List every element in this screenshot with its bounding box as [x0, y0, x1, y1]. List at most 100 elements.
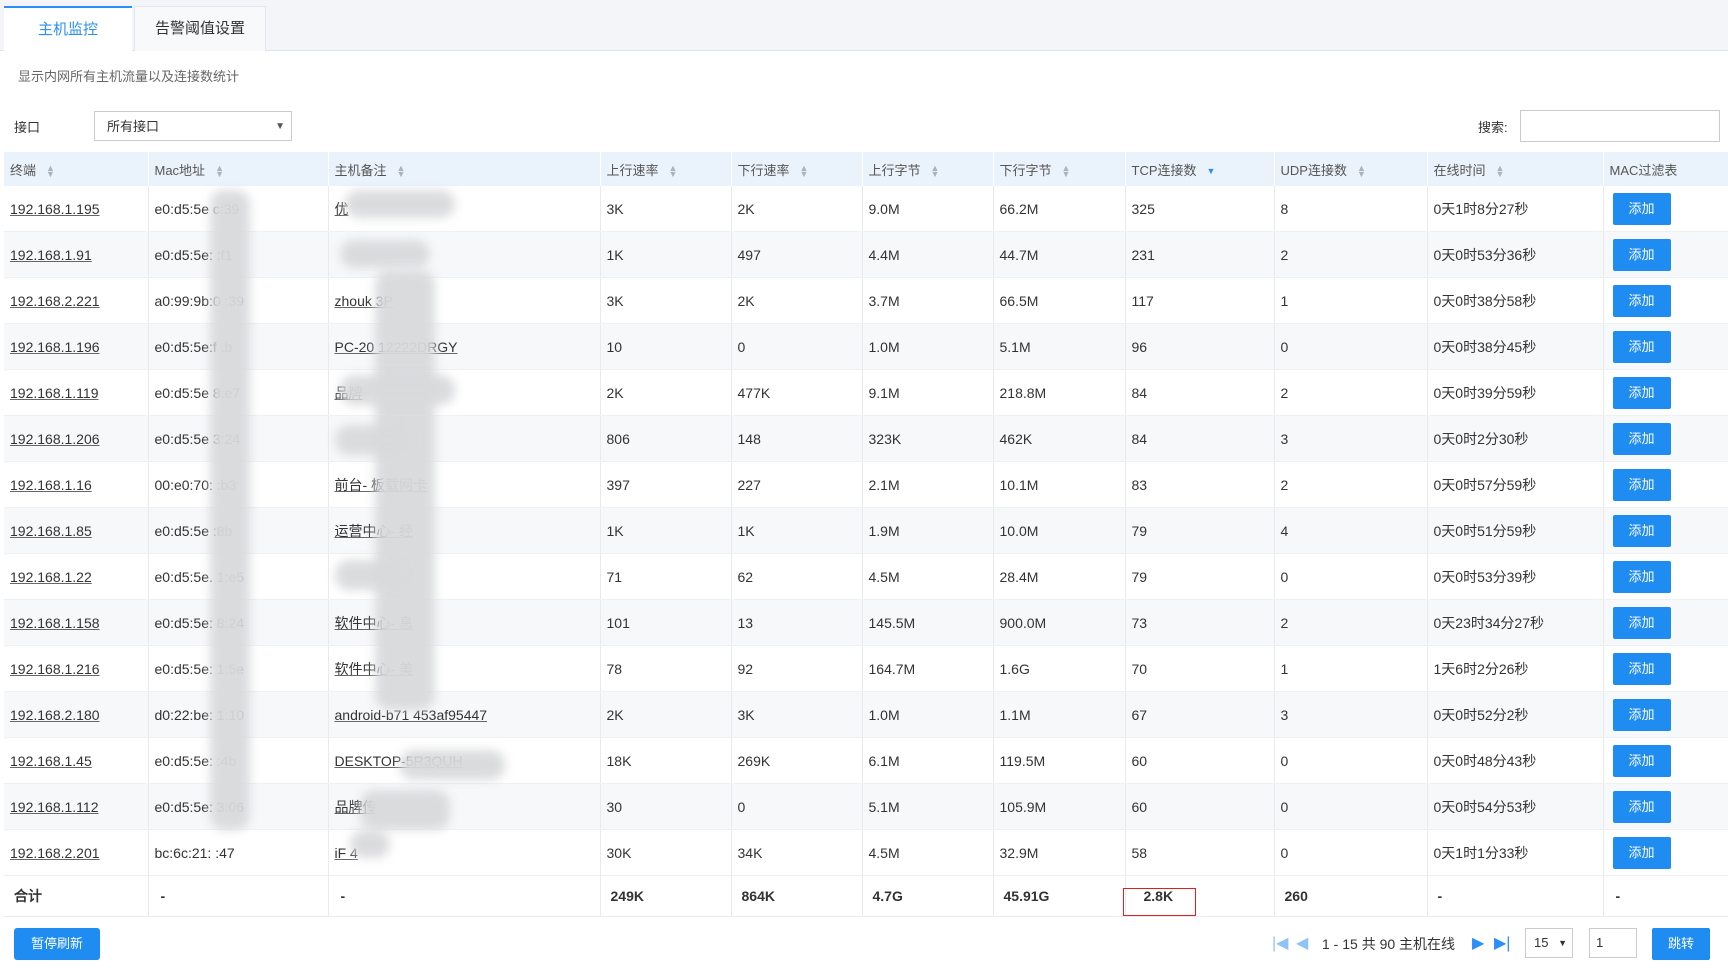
- host-ip-link[interactable]: 192.168.1.195: [10, 201, 100, 217]
- add-mac-filter-button[interactable]: 添加: [1612, 238, 1671, 271]
- sort-icon: ▲ ▼: [1356, 163, 1366, 180]
- tcp-count: 83: [1131, 476, 1148, 493]
- col-header-udp[interactable]: UDP连接数 ▲ ▼: [1274, 152, 1428, 186]
- col-header-terminal[interactable]: 终端 ▲ ▼: [4, 152, 149, 186]
- add-mac-filter-button[interactable]: 添加: [1612, 744, 1671, 777]
- up-rate-cell: 101: [600, 599, 732, 646]
- host-ip-link[interactable]: 192.168.2.180: [10, 707, 100, 723]
- add-mac-filter-button[interactable]: 添加: [1612, 422, 1671, 455]
- sort-icon: ▲ ▼: [1495, 163, 1505, 180]
- add-mac-filter-button[interactable]: 添加: [1612, 284, 1671, 317]
- col-header-up-bytes[interactable]: 上行字节 ▲ ▼: [862, 152, 994, 186]
- col-header-online-time[interactable]: 在线时间 ▲ ▼: [1427, 152, 1604, 186]
- col-header-up-rate[interactable]: 上行速率 ▲ ▼: [600, 152, 732, 186]
- add-mac-filter-button[interactable]: 添加: [1612, 652, 1671, 685]
- udp-count: 2: [1280, 614, 1289, 631]
- tab-host-monitor[interactable]: 主机监控: [4, 6, 132, 51]
- up-rate-cell: 2K: [600, 369, 732, 416]
- next-page-icon[interactable]: ▶: [1472, 928, 1484, 960]
- host-ip-link[interactable]: 192.168.1.16: [10, 477, 92, 493]
- add-mac-filter-button[interactable]: 添加: [1612, 560, 1671, 593]
- udp-count-cell: 2: [1274, 599, 1428, 646]
- host-ip-link[interactable]: 192.168.1.216: [10, 661, 100, 677]
- host-note-cell: 运营中心- 经: [328, 507, 601, 554]
- tcp-count-cell: 67: [1125, 691, 1275, 738]
- col-header-note[interactable]: 主机备注 ▲ ▼: [328, 152, 601, 186]
- interface-select[interactable]: 所有接口 ▼: [94, 111, 292, 141]
- online-time: 0天0时51分59秒: [1433, 522, 1537, 539]
- table-row: 192.168.1.206 e0:d5:5e 3:24 806 148 323K 462K…: [4, 415, 1728, 462]
- tcp-count-cell: 58: [1125, 829, 1275, 876]
- prev-page-icon[interactable]: ◀: [1296, 928, 1308, 960]
- tcp-count: 79: [1131, 522, 1148, 539]
- col-header-down-bytes[interactable]: 下行字节 ▲ ▼: [993, 152, 1126, 186]
- jump-button[interactable]: 跳转: [1652, 928, 1710, 960]
- first-page-icon[interactable]: |◀: [1272, 928, 1288, 960]
- host-ip-link[interactable]: 192.168.1.45: [10, 753, 92, 769]
- udp-count: 0: [1280, 568, 1289, 585]
- add-mac-filter-button[interactable]: 添加: [1612, 192, 1671, 225]
- chevron-down-icon: ▼: [1558, 938, 1567, 948]
- mac-filter-cell: 添加: [1603, 783, 1728, 830]
- privacy-blur-mask: [345, 190, 455, 218]
- udp-count: 2: [1280, 384, 1289, 401]
- table-row: 192.168.2.180 d0:22:be: 1:10 android-b71 4…: [4, 691, 1728, 738]
- host-ip-link[interactable]: 192.168.1.91: [10, 247, 92, 263]
- host-ip-link[interactable]: 192.168.1.85: [10, 523, 92, 539]
- mac-filter-cell: 添加: [1603, 691, 1728, 738]
- host-ip-link[interactable]: 192.168.1.158: [10, 615, 100, 631]
- col-header-tcp[interactable]: TCP连接数 ▼: [1125, 152, 1275, 186]
- pause-refresh-button[interactable]: 暂停刷新: [14, 928, 100, 960]
- add-mac-filter-button[interactable]: 添加: [1612, 698, 1671, 731]
- page-size-select[interactable]: 15 ▼: [1525, 928, 1573, 958]
- table-row: 192.168.1.91 e0:d5:5e: :f1 1K 497 4.4M 44.7M 2…: [4, 231, 1728, 278]
- col-header-mac-filter: MAC过滤表: [1603, 152, 1728, 186]
- tcp-count: 117: [1131, 292, 1154, 309]
- down-rate: 497: [737, 246, 761, 263]
- udp-count: 4: [1280, 522, 1289, 539]
- add-mac-filter-button[interactable]: 添加: [1612, 330, 1671, 363]
- tcp-count-cell: 60: [1125, 783, 1275, 830]
- total-mac: -: [148, 875, 329, 917]
- host-note-cell: 前台- 板载网卡: [328, 461, 601, 508]
- tab-bar: 主机监控 告警阈值设置: [0, 0, 1728, 51]
- privacy-blur-mask: [375, 270, 435, 710]
- up-rate-cell: 2K: [600, 691, 732, 738]
- up-bytes: 1.9M: [868, 522, 900, 539]
- udp-count-cell: 0: [1274, 323, 1428, 370]
- add-mac-filter-button[interactable]: 添加: [1612, 468, 1671, 501]
- up-rate: 18K: [606, 752, 632, 769]
- last-page-icon[interactable]: ▶|: [1494, 928, 1510, 960]
- udp-count: 2: [1280, 476, 1289, 493]
- host-ip-link[interactable]: 192.168.1.22: [10, 569, 92, 585]
- host-ip-link[interactable]: 192.168.1.206: [10, 431, 100, 447]
- up-rate: 1K: [606, 522, 624, 539]
- add-mac-filter-button[interactable]: 添加: [1612, 606, 1671, 639]
- up-bytes: 6.1M: [868, 752, 900, 769]
- udp-count: 0: [1280, 338, 1289, 355]
- host-ip-link[interactable]: 192.168.1.112: [10, 799, 99, 815]
- down-bytes: 1.6G: [999, 660, 1030, 677]
- host-ip-link-cell: 192.168.1.216: [4, 645, 149, 692]
- add-mac-filter-button[interactable]: 添加: [1612, 514, 1671, 547]
- host-ip-link[interactable]: 192.168.2.201: [10, 845, 100, 861]
- udp-count: 1: [1280, 292, 1289, 309]
- mac-filter-cell: 添加: [1603, 231, 1728, 278]
- down-bytes: 44.7M: [999, 246, 1039, 263]
- col-header-down-rate[interactable]: 下行速率 ▲ ▼: [731, 152, 863, 186]
- host-ip-link[interactable]: 192.168.1.196: [10, 339, 100, 355]
- col-header-mac[interactable]: Mac地址 ▲ ▼: [148, 152, 329, 186]
- page-number-input[interactable]: 1: [1589, 928, 1637, 958]
- host-ip-link[interactable]: 192.168.2.221: [10, 293, 100, 309]
- table-row: 192.168.1.22 e0:d5:5e. 1:e5 71 62 4.5M 28.4M 7…: [4, 553, 1728, 600]
- search-input[interactable]: [1520, 110, 1720, 142]
- tab-alarm-threshold[interactable]: 告警阈值设置: [134, 6, 266, 51]
- add-mac-filter-button[interactable]: 添加: [1612, 376, 1671, 409]
- add-mac-filter-button[interactable]: 添加: [1612, 836, 1671, 869]
- up-bytes: 1.0M: [868, 338, 900, 355]
- table-row: 192.168.2.201 bc:6c:21: :47 iF 4 30K 34K 4.5M…: [4, 829, 1728, 876]
- down-bytes: 5.1M: [999, 338, 1031, 355]
- online-time: 0天0时53分36秒: [1433, 246, 1537, 263]
- host-ip-link[interactable]: 192.168.1.119: [10, 385, 99, 401]
- add-mac-filter-button[interactable]: 添加: [1612, 790, 1671, 823]
